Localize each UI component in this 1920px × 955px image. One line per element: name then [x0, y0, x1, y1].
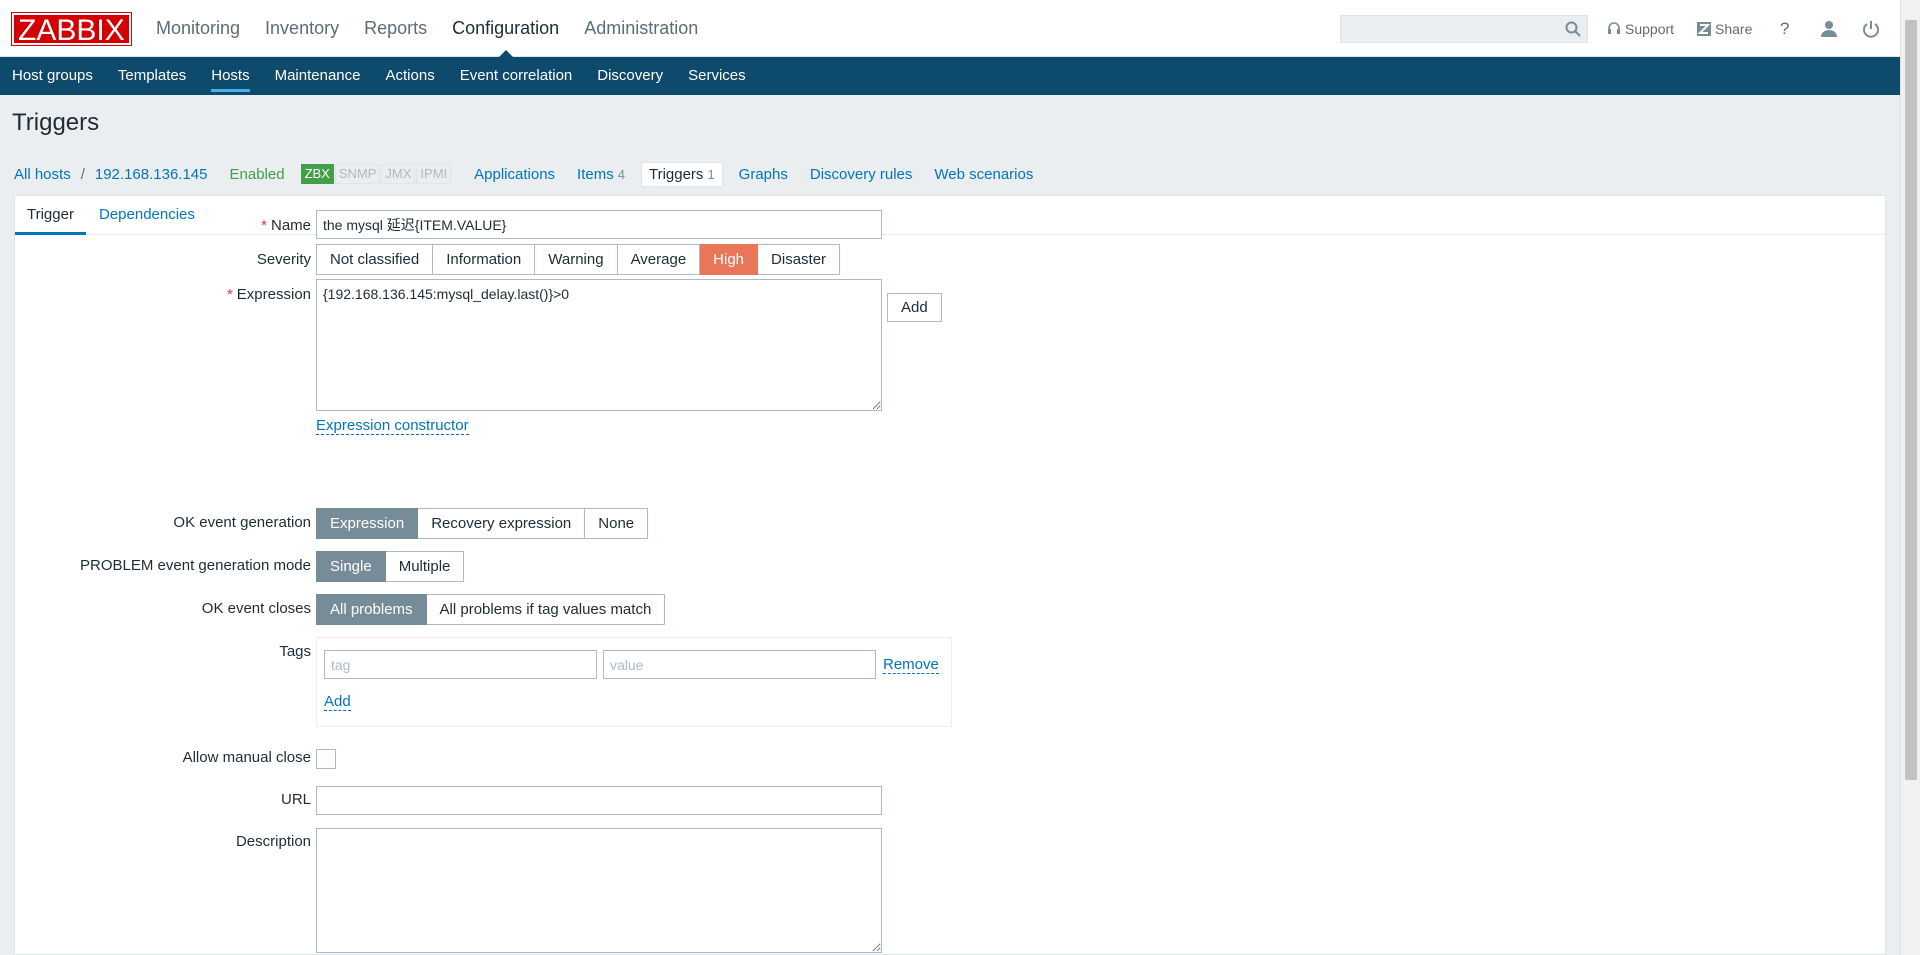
tab-trigger[interactable]: Trigger — [15, 196, 86, 235]
expression-textarea[interactable]: {192.168.136.145:mysql_delay.last()}>0 — [316, 279, 882, 411]
subnav-services[interactable]: Services — [688, 57, 746, 95]
problem-mode-selector: Single Multiple — [316, 551, 465, 582]
logout-button[interactable] — [1862, 0, 1884, 57]
ok-closes-tag-match[interactable]: All problems if tag values match — [426, 594, 666, 625]
tag-add-link[interactable]: Add — [324, 693, 351, 711]
ok-closes-label: OK event closes — [201, 600, 311, 617]
ok-closes-all-problems[interactable]: All problems — [316, 594, 427, 625]
page-title: Triggers — [12, 109, 100, 136]
zabbix-logo[interactable]: ZABBIX — [11, 12, 132, 47]
subnav-event-correlation[interactable]: Event correlation — [460, 57, 573, 95]
nav-inventory[interactable]: Inventory — [265, 0, 339, 57]
ok-event-generation-label: OK event generation — [173, 514, 311, 531]
discovery-rules-link[interactable]: Discovery rules — [810, 166, 913, 183]
nav-administration[interactable]: Administration — [584, 0, 698, 57]
host-breadcrumb: All hosts / 192.168.136.145 Enabled ZBX … — [14, 161, 1033, 187]
nav-monitoring[interactable]: Monitoring — [156, 0, 240, 57]
trigger-form-panel: Trigger Dependencies *Name Severity Not … — [14, 195, 1886, 955]
tags-label: Tags — [279, 643, 311, 660]
problem-mode-single[interactable]: Single — [316, 551, 386, 582]
help-button[interactable]: ? — [1780, 0, 1789, 57]
expression-label-text: Expression — [236, 286, 311, 303]
host-link[interactable]: 192.168.136.145 — [95, 166, 208, 183]
items-label: Items — [577, 165, 614, 183]
search-icon[interactable] — [1565, 21, 1581, 37]
top-header: ZABBIX Monitoring Inventory Reports Conf… — [0, 0, 1900, 58]
search-input[interactable] — [1341, 16, 1551, 42]
severity-information[interactable]: Information — [433, 244, 536, 275]
name-label-text: Name — [270, 217, 311, 234]
tag-value-input[interactable] — [603, 650, 876, 679]
global-search — [1340, 15, 1588, 43]
severity-selector: Not classified Information Warning Avera… — [316, 244, 841, 275]
severity-not-classified[interactable]: Not classified — [316, 244, 434, 275]
triggers-label: Triggers — [648, 165, 704, 183]
severity-high[interactable]: High — [700, 244, 759, 275]
page-scrollbar[interactable] — [1900, 0, 1920, 955]
items-count: 4 — [617, 166, 625, 182]
subnav-templates[interactable]: Templates — [118, 57, 186, 95]
tag-remove-link[interactable]: Remove — [883, 656, 939, 674]
zbx-badge: ZBX — [300, 164, 334, 184]
power-icon — [1863, 20, 1879, 38]
graphs-link[interactable]: Graphs — [739, 166, 788, 183]
ok-event-recovery-expression[interactable]: Recovery expression — [418, 508, 586, 539]
jmx-badge: JMX — [381, 164, 416, 184]
ok-event-none[interactable]: None — [585, 508, 649, 539]
web-scenarios-link[interactable]: Web scenarios — [934, 166, 1033, 183]
url-label: URL — [280, 791, 311, 808]
scrollbar-thumb[interactable] — [1905, 20, 1917, 780]
severity-warning[interactable]: Warning — [535, 244, 618, 275]
tags-table: Remove Add — [316, 637, 952, 727]
problem-mode-label: PROBLEM event generation mode — [80, 557, 311, 574]
ok-event-expression[interactable]: Expression — [316, 508, 419, 539]
subnav-hosts[interactable]: Hosts — [211, 57, 250, 95]
sub-nav: Host groups Templates Hosts Maintenance … — [0, 57, 1900, 95]
expression-add-button[interactable]: Add — [887, 293, 942, 322]
items-link[interactable]: Items 4 — [577, 166, 625, 183]
snmp-badge: SNMP — [334, 164, 381, 184]
all-hosts-link[interactable]: All hosts — [14, 166, 71, 183]
main-nav: Monitoring Inventory Reports Configurati… — [156, 0, 723, 58]
ok-closes-selector: All problems All problems if tag values … — [316, 594, 666, 625]
severity-average[interactable]: Average — [617, 244, 701, 275]
url-input[interactable] — [316, 786, 882, 815]
profile-button[interactable] — [1820, 0, 1842, 57]
support-link[interactable]: Support — [1607, 0, 1674, 57]
problem-mode-multiple[interactable]: Multiple — [385, 551, 465, 582]
user-icon — [1821, 20, 1837, 37]
severity-disaster[interactable]: Disaster — [758, 244, 841, 275]
tag-input[interactable] — [324, 650, 597, 679]
headset-icon — [1608, 21, 1620, 34]
share-link[interactable]: Share — [1697, 0, 1752, 57]
help-icon: ? — [1780, 18, 1790, 38]
subnav-actions[interactable]: Actions — [386, 57, 435, 95]
subnav-maintenance[interactable]: Maintenance — [275, 57, 361, 95]
ok-event-generation-selector: Expression Recovery expression None — [316, 508, 649, 539]
share-icon — [1697, 21, 1711, 36]
expression-label: * Expression — [226, 286, 311, 303]
subnav-host-groups[interactable]: Host groups — [12, 57, 93, 95]
manual-close-checkbox[interactable] — [316, 749, 336, 769]
nav-configuration[interactable]: Configuration — [452, 0, 559, 58]
subnav-discovery[interactable]: Discovery — [597, 57, 663, 95]
name-label: * Name — [261, 217, 311, 234]
ipmi-badge: IPMI — [416, 164, 452, 184]
expression-constructor-link[interactable]: Expression constructor — [316, 417, 469, 435]
triggers-count: 1 — [707, 166, 715, 182]
share-label: Share — [1715, 20, 1753, 37]
tab-dependencies[interactable]: Dependencies — [99, 196, 195, 235]
description-textarea[interactable] — [316, 828, 882, 953]
name-input[interactable] — [316, 210, 882, 239]
manual-close-label: Allow manual close — [182, 749, 311, 766]
applications-link[interactable]: Applications — [474, 166, 555, 183]
nav-reports[interactable]: Reports — [364, 0, 427, 57]
triggers-link[interactable]: Triggers 1 — [640, 161, 723, 187]
support-label: Support — [1625, 20, 1675, 37]
host-status[interactable]: Enabled — [230, 166, 285, 183]
breadcrumb-separator: / — [80, 165, 85, 183]
severity-label: Severity — [256, 251, 311, 268]
tag-row: Remove — [324, 650, 944, 679]
description-label: Description — [235, 833, 311, 850]
